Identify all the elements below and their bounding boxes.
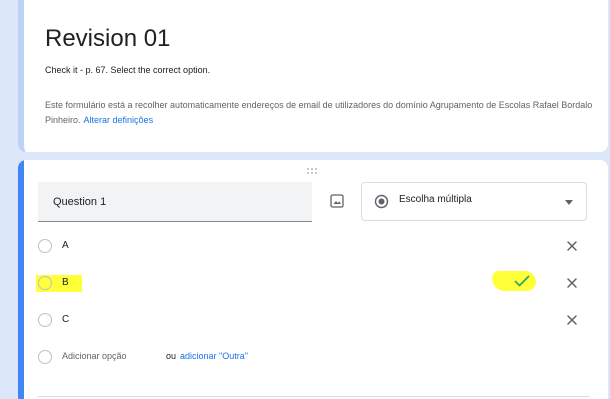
email-collection-notice: Este formulário está a recolher automati… bbox=[45, 98, 605, 128]
close-icon[interactable] bbox=[565, 276, 579, 290]
option-radio[interactable] bbox=[38, 313, 52, 327]
add-other-link[interactable]: adicionar "Outra" bbox=[180, 351, 248, 361]
add-option-row: Adicionar opção ou adicionar "Outra" bbox=[38, 345, 588, 371]
question-title-input[interactable]: Question 1 bbox=[38, 182, 312, 222]
radio-button-checked-icon bbox=[374, 194, 389, 209]
form-title[interactable]: Revision 01 bbox=[45, 25, 170, 53]
or-separator: ou bbox=[166, 351, 177, 361]
checkmark-icon[interactable] bbox=[514, 275, 530, 287]
form-header-card: Revision 01 Check it - p. 67. Select the… bbox=[18, 0, 608, 152]
question-type-label: Escolha múltipla bbox=[399, 194, 472, 205]
option-row-c[interactable]: C bbox=[38, 308, 588, 334]
option-radio bbox=[38, 350, 52, 364]
close-icon[interactable] bbox=[565, 239, 579, 253]
image-icon[interactable] bbox=[330, 194, 344, 208]
change-settings-link[interactable]: Alterar definições bbox=[84, 115, 154, 125]
option-row-b[interactable]: B bbox=[36, 271, 588, 297]
form-editor-page: Revision 01 Check it - p. 67. Select the… bbox=[0, 0, 610, 399]
option-row-a[interactable]: A bbox=[38, 234, 588, 260]
divider bbox=[38, 396, 590, 397]
form-description[interactable]: Check it - p. 67. Select the correct opt… bbox=[45, 65, 210, 75]
question-type-select[interactable]: Escolha múltipla bbox=[361, 182, 587, 221]
option-label[interactable]: A bbox=[62, 240, 69, 251]
option-radio[interactable] bbox=[38, 239, 52, 253]
add-option-input[interactable]: Adicionar opção bbox=[62, 351, 127, 361]
active-card-accent bbox=[18, 160, 24, 399]
option-label[interactable]: C bbox=[62, 314, 69, 325]
drag-handle-icon[interactable] bbox=[306, 167, 318, 175]
caret-down-icon bbox=[565, 200, 573, 205]
option-radio[interactable] bbox=[38, 276, 52, 290]
question-card[interactable]: Question 1 Escolha múltipla A B C Adicio… bbox=[18, 160, 608, 399]
option-label[interactable]: B bbox=[62, 277, 69, 288]
close-icon[interactable] bbox=[565, 313, 579, 327]
